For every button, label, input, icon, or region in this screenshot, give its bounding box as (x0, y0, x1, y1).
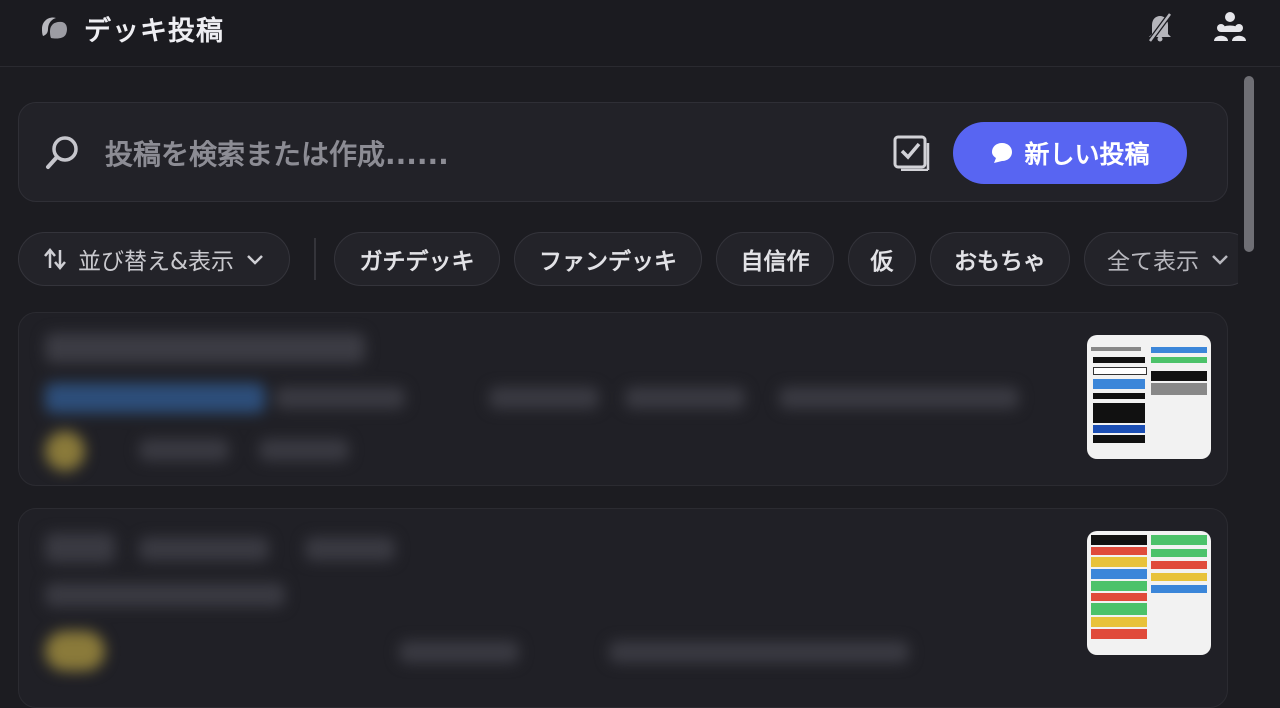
post-card[interactable] (18, 312, 1228, 486)
tag-pill[interactable]: 自信作 (716, 232, 834, 286)
search-input[interactable] (103, 129, 867, 179)
scrollbar-thumb[interactable] (1244, 76, 1254, 252)
tag-filter-bar: 並び替え&表示 ガチデッキ ファンデッキ 自信作 仮 おもちゃ 全て表示 (18, 232, 1238, 288)
deck-thumbnail (1087, 335, 1211, 459)
members-icon[interactable] (1212, 8, 1248, 44)
tag-pill[interactable]: ガチデッキ (334, 232, 500, 286)
search-create-box: 新しい投稿 (18, 102, 1228, 202)
search-icon (46, 136, 78, 169)
blurred-post-content (19, 313, 1059, 485)
tag-pill[interactable]: おもちゃ (930, 232, 1070, 286)
channel-title: デッキ投稿 (84, 16, 224, 47)
tag-pill[interactable]: 仮 (848, 232, 916, 286)
forum-channel-icon (42, 17, 67, 39)
sort-and-view-button[interactable]: 並び替え&表示 (18, 232, 290, 286)
draft-icon[interactable] (893, 135, 931, 171)
new-post-button[interactable]: 新しい投稿 (953, 122, 1187, 184)
new-post-label: 新しい投稿 (1024, 140, 1150, 169)
show-all-tags-button[interactable]: 全て表示 (1084, 232, 1238, 286)
post-card[interactable] (18, 508, 1228, 708)
chat-bubble-icon (992, 143, 1013, 163)
chevron-down-icon (1212, 255, 1228, 265)
filter-divider (314, 238, 316, 280)
deck-thumbnail (1087, 531, 1211, 655)
notifications-muted-icon[interactable] (1142, 8, 1178, 44)
chevron-down-icon (247, 255, 263, 265)
tag-pill[interactable]: ファンデッキ (514, 232, 702, 286)
show-all-label: 全て表示 (1107, 249, 1199, 275)
channel-header: デッキ投稿 (0, 0, 1280, 67)
blurred-post-content (19, 509, 1059, 707)
scrollbar[interactable] (1240, 70, 1258, 669)
sort-icon (44, 248, 66, 270)
sort-label: 並び替え&表示 (78, 249, 234, 275)
